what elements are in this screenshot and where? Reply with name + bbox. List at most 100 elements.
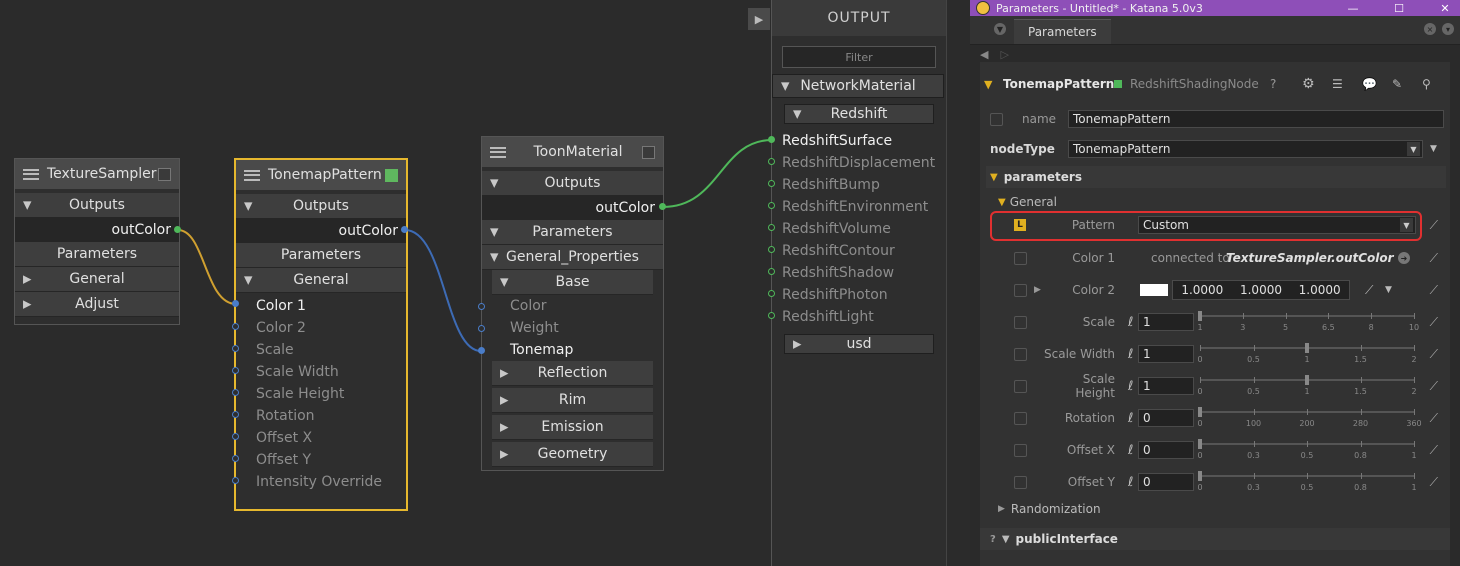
input-port-color[interactable]: Color <box>482 295 663 317</box>
group-geometry[interactable]: ▶ Geometry <box>492 442 653 467</box>
input-port-dot[interactable] <box>232 411 239 418</box>
tab-options-icon[interactable]: ▾ <box>1442 23 1454 35</box>
menu-icon[interactable] <box>490 146 506 158</box>
output-port-dot[interactable] <box>659 203 666 210</box>
menu-icon[interactable] <box>244 169 260 181</box>
parameters-group[interactable]: ▼ Parameters <box>482 220 663 245</box>
slider-value-field[interactable]: 0 <box>1138 409 1194 427</box>
group-base[interactable]: ▼ Base <box>492 270 653 295</box>
parameters-group[interactable]: Parameters <box>15 242 179 267</box>
parameters-window[interactable]: Parameters - Untitled* - Katana 5.0v3 — … <box>970 0 1460 566</box>
slider-track[interactable]: 1 3 5 6.5 8 10 <box>1197 311 1419 333</box>
node-toon-material[interactable]: ToonMaterial ▼ Outputs outColor ▼ Paramete… <box>481 136 664 471</box>
filter-input[interactable]: Filter <box>782 46 936 68</box>
default-flag-icon[interactable] <box>1014 379 1027 393</box>
default-flag-icon[interactable] <box>1014 347 1027 361</box>
pin-icon[interactable]: ⟋ <box>1430 475 1438 490</box>
eyedropper-icon[interactable]: ⟋ <box>1365 283 1373 298</box>
input-port-scale-height[interactable]: Scale Height <box>236 383 406 405</box>
port-dot[interactable] <box>768 290 775 297</box>
usd-group[interactable]: ▶ usd <box>784 334 934 354</box>
input-port-offset-x[interactable]: Offset X <box>236 427 406 449</box>
default-flag-icon[interactable] <box>1014 411 1027 425</box>
input-port-dot[interactable] <box>232 323 239 330</box>
color2-values[interactable]: 1.0000 1.0000 1.0000 <box>1172 280 1350 300</box>
slider-thumb[interactable] <box>1198 439 1202 449</box>
menu-icon[interactable] <box>23 168 39 180</box>
back-arrow-icon[interactable]: ◀ <box>980 48 988 61</box>
output-port-redshift-environment[interactable]: RedshiftEnvironment <box>772 196 946 218</box>
nodetype-dropdown[interactable]: TonemapPattern ▼ <box>1068 140 1423 158</box>
output-port-redshift-photon[interactable]: RedshiftPhoton <box>772 284 946 306</box>
input-port-weight[interactable]: Weight <box>482 317 663 339</box>
slider-value-field[interactable]: 0 <box>1138 473 1194 491</box>
link-icon[interactable]: ℓ <box>1128 315 1133 330</box>
slider-value-field[interactable]: 1 <box>1138 377 1194 395</box>
chevron-down-icon[interactable]: ▼ <box>1385 285 1392 295</box>
tab-close-icon[interactable]: × <box>1424 23 1436 35</box>
input-port-dot[interactable] <box>232 389 239 396</box>
pin-icon[interactable]: ⟋ <box>1430 251 1438 266</box>
tab-menu-icon[interactable]: ▼ <box>994 23 1006 35</box>
close-icon[interactable]: ✕ <box>1430 0 1460 16</box>
input-port-scale-width[interactable]: Scale Width <box>236 361 406 383</box>
link-icon[interactable]: ℓ <box>1128 475 1133 490</box>
collapse-panel-button[interactable]: ▶ <box>748 8 770 30</box>
port-dot[interactable] <box>768 268 775 275</box>
pin-icon[interactable]: ⟋ <box>1430 443 1438 458</box>
group-general-properties[interactable]: ▼ General_Properties <box>482 245 663 270</box>
output-port-dot[interactable] <box>174 226 181 233</box>
node-texture-sampler[interactable]: TextureSampler ▼ Outputs outColor Paramet… <box>14 158 180 325</box>
minimize-icon[interactable]: — <box>1338 0 1368 16</box>
outputs-group[interactable]: ▼ Outputs <box>236 194 406 219</box>
port-dot[interactable] <box>768 158 775 165</box>
pin-icon[interactable]: ⟋ <box>1430 315 1438 330</box>
output-port-redshift-bump[interactable]: RedshiftBump <box>772 174 946 196</box>
local-flag-icon[interactable]: L <box>1014 219 1026 231</box>
input-port-dot[interactable] <box>232 300 239 307</box>
group-general[interactable]: ▶ General <box>15 267 179 292</box>
port-dot[interactable] <box>768 224 775 231</box>
out-port-outcolor[interactable]: outColor <box>482 196 663 220</box>
input-port-dot[interactable] <box>232 345 239 352</box>
pin-icon[interactable]: ⟋ <box>1430 379 1438 394</box>
pin-icon[interactable]: ✎ <box>1392 77 1402 91</box>
output-port-dot[interactable] <box>401 226 408 233</box>
input-port-dot[interactable] <box>232 433 239 440</box>
input-port-intensity-override[interactable]: Intensity Override <box>236 471 406 493</box>
default-flag-icon[interactable] <box>1014 315 1027 329</box>
input-port-scale[interactable]: Scale <box>236 339 406 361</box>
link-icon[interactable]: ℓ <box>1128 411 1133 426</box>
options-icon[interactable]: ▼ <box>1430 144 1437 154</box>
slider-track[interactable]: 0 100 200 280 360 <box>1197 407 1422 429</box>
network-icon[interactable]: ☰ <box>1332 77 1343 91</box>
output-panel[interactable]: OUTPUT Filter ▼ NetworkMaterial ▼ Redshift… <box>771 0 947 566</box>
input-port-tonemap[interactable]: Tonemap <box>482 339 663 361</box>
outputs-group[interactable]: ▼ Outputs <box>482 171 663 196</box>
tab-parameters[interactable]: Parameters <box>1014 19 1111 44</box>
slider-value-field[interactable]: 0 <box>1138 441 1194 459</box>
gear-icon[interactable]: ⚙ <box>1302 76 1315 92</box>
randomization-section[interactable]: ▶ Randomization <box>998 498 1101 520</box>
output-port-redshift-volume[interactable]: RedshiftVolume <box>772 218 946 240</box>
help-icon[interactable]: ? <box>990 534 996 545</box>
parameters-group[interactable]: Parameters <box>236 243 406 268</box>
output-port-redshift-shadow[interactable]: RedshiftShadow <box>772 262 946 284</box>
default-flag-icon[interactable] <box>1014 475 1027 489</box>
link-icon[interactable]: ℓ <box>1128 379 1133 394</box>
node-flag-icon[interactable] <box>1114 80 1122 88</box>
search-icon[interactable]: ⚲ <box>1422 77 1431 91</box>
input-port-color-1[interactable]: Color 1 <box>236 295 406 317</box>
slider-track[interactable]: 0 0.5 1 1.5 2 <box>1197 343 1417 365</box>
pin-icon[interactable]: ⟋ <box>1430 283 1438 298</box>
group-emission[interactable]: ▶ Emission <box>492 415 653 440</box>
link-icon[interactable]: ℓ <box>1128 443 1133 458</box>
outputs-group[interactable]: ▼ Outputs <box>15 193 179 218</box>
pin-icon[interactable]: ⟋ <box>1430 218 1438 233</box>
pattern-dropdown[interactable]: Custom ▼ <box>1138 216 1416 234</box>
default-flag-icon[interactable] <box>1014 283 1027 297</box>
maximize-icon[interactable]: ☐ <box>1384 0 1414 16</box>
collapse-arrow-icon[interactable]: ▼ <box>984 78 992 91</box>
help-icon[interactable]: ? <box>1270 77 1276 91</box>
redshift-group[interactable]: ▼ Redshift <box>784 104 934 124</box>
